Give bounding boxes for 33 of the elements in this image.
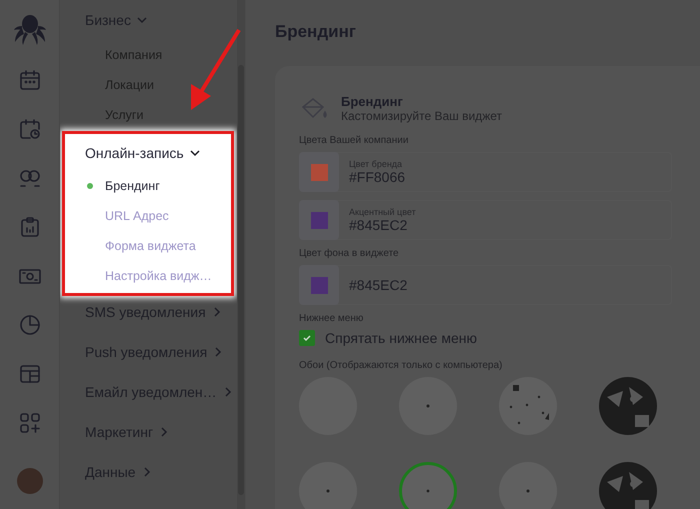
wallpaper-pattern xyxy=(607,387,649,427)
calendar-icon[interactable] xyxy=(18,68,42,92)
wallpaper-pattern xyxy=(426,404,430,408)
layout-icon[interactable] xyxy=(18,362,42,386)
wallpaper-pattern xyxy=(326,490,330,492)
menu-section[interactable]: Онлайн-запись xyxy=(85,135,231,171)
wallpaper-option[interactable] xyxy=(599,462,657,509)
wallpaper-option[interactable] xyxy=(499,462,557,509)
octopus-logo-icon[interactable] xyxy=(12,14,46,46)
check-icon xyxy=(302,333,312,343)
checkbox[interactable] xyxy=(299,330,315,346)
chevron-icon xyxy=(142,467,152,477)
wallpaper-option[interactable] xyxy=(299,462,357,509)
menu-item[interactable]: Брендинг xyxy=(85,171,231,201)
menu-item[interactable]: URL Адрес xyxy=(85,201,231,231)
wallpaper-option[interactable] xyxy=(399,462,457,509)
wallpaper-pattern xyxy=(426,490,430,492)
calendar-clock-icon[interactable] xyxy=(18,117,42,141)
chevron-icon xyxy=(159,427,170,437)
menu-item[interactable]: Настройка видж… xyxy=(85,261,231,291)
chevron-icon xyxy=(212,307,222,317)
chevron-icon xyxy=(213,347,224,357)
wallpaper-pattern xyxy=(607,472,649,509)
scrollbar[interactable] xyxy=(237,0,245,509)
chevron-icon xyxy=(136,15,147,25)
wallpaper-pattern xyxy=(510,385,549,424)
chevron-icon xyxy=(190,148,200,158)
wallpaper-pattern xyxy=(526,490,530,492)
chevron-icon xyxy=(222,387,233,397)
pie-chart-icon[interactable] xyxy=(18,313,42,337)
menu-item[interactable]: Форма виджета xyxy=(85,231,231,261)
avatar[interactable] xyxy=(16,468,42,494)
grid-plus-icon[interactable] xyxy=(18,411,42,435)
